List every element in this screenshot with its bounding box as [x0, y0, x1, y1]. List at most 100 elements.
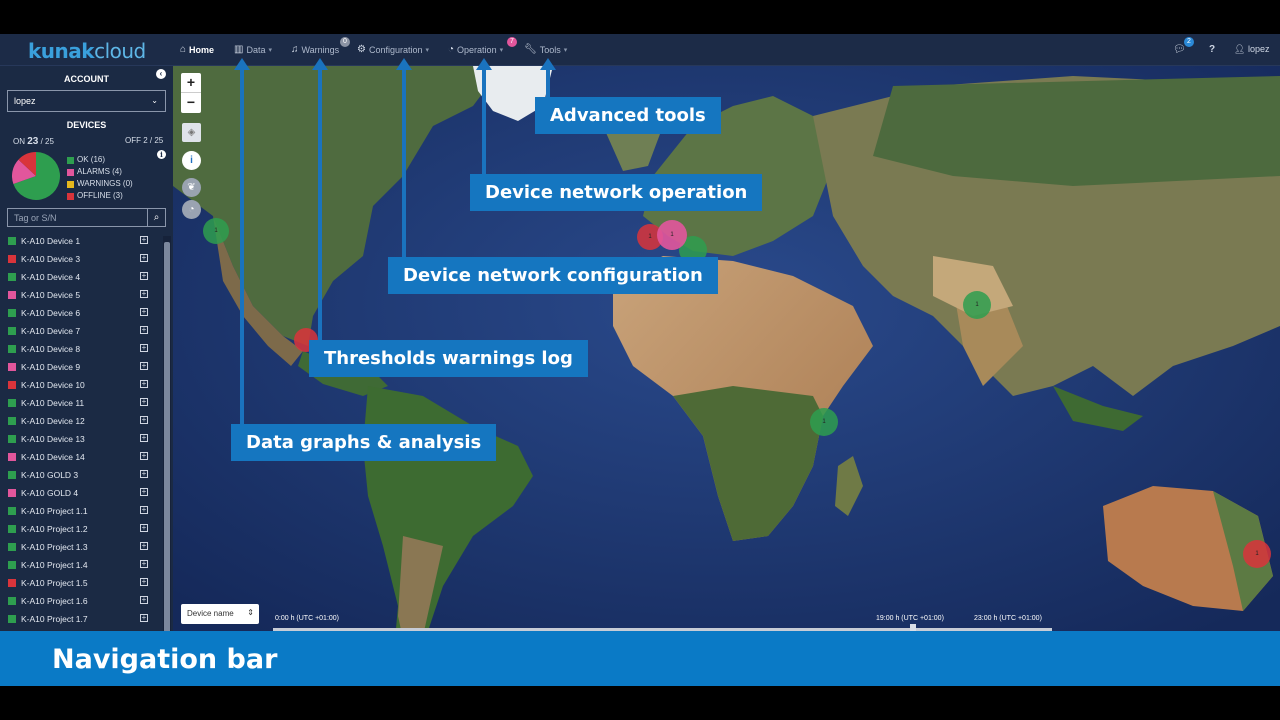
sort-select[interactable]: Device name ⇕: [181, 604, 259, 624]
device-name: K-A10 Device 5: [21, 290, 81, 300]
expand-plus-icon[interactable]: +: [140, 578, 148, 586]
expand-plus-icon[interactable]: +: [140, 596, 148, 604]
device-list-scrollbar[interactable]: [163, 236, 171, 662]
account-select[interactable]: lopez ⌄: [7, 90, 166, 112]
expand-plus-icon[interactable]: +: [140, 416, 148, 424]
expand-plus-icon[interactable]: +: [140, 344, 148, 352]
expand-plus-icon[interactable]: +: [140, 272, 148, 280]
device-name: K-A10 Project 1.2: [21, 524, 88, 534]
nav-warnings[interactable]: ♫ Warnings: [291, 44, 339, 55]
expand-plus-icon[interactable]: +: [140, 614, 148, 622]
messages-button[interactable]: 💬︎: [1173, 44, 1186, 55]
device-list-item[interactable]: K-A10 Device 14 +: [8, 448, 152, 466]
device-list-item[interactable]: K-A10 Device 12 +: [8, 412, 152, 430]
gauge-button[interactable]: ◔: [182, 200, 201, 219]
device-list-item[interactable]: K-A10 Project 1.6 +: [8, 592, 152, 610]
chevron-down-icon: ⌄: [151, 96, 158, 105]
device-status-dot: [8, 525, 16, 533]
device-marker[interactable]: 1: [810, 408, 838, 436]
device-name: K-A10 Device 12: [21, 416, 85, 426]
sidebar: ACCOUNT ‹ lopez ⌄ DEVICES ON 23 / 25 OFF…: [0, 66, 173, 662]
sort-icon: ⇕: [247, 608, 254, 617]
device-status-dot: [8, 543, 16, 551]
kunak-cloud-logo[interactable]: kunakcloud: [28, 39, 146, 63]
device-marker[interactable]: 1: [203, 218, 229, 244]
device-list-item[interactable]: K-A10 Project 1.7 +: [8, 610, 152, 628]
search-button[interactable]: ⌕: [147, 209, 165, 226]
device-list-item[interactable]: K-A10 Device 6 +: [8, 304, 152, 322]
expand-plus-icon[interactable]: +: [140, 380, 148, 388]
device-list-item[interactable]: K-A10 Device 5 +: [8, 286, 152, 304]
help-button[interactable]: ?: [1209, 44, 1215, 55]
expand-plus-icon[interactable]: +: [140, 290, 148, 298]
device-name: K-A10 Device 9: [21, 362, 81, 372]
device-list-item[interactable]: K-A10 Project 1.1 +: [8, 502, 152, 520]
device-marker[interactable]: 1: [963, 291, 991, 319]
expand-plus-icon[interactable]: +: [140, 506, 148, 514]
device-name: K-A10 Device 8: [21, 344, 81, 354]
leaf-icon: ❦: [187, 182, 196, 193]
expand-plus-icon[interactable]: +: [140, 470, 148, 478]
device-list-item[interactable]: K-A10 Project 1.4 +: [8, 556, 152, 574]
user-icon: 👤︎: [1234, 44, 1246, 54]
expand-plus-icon[interactable]: +: [140, 542, 148, 550]
device-list-item[interactable]: K-A10 Project 1.3 +: [8, 538, 152, 556]
device-marker[interactable]: 1: [1243, 540, 1271, 568]
nav-operation[interactable]: ◔ Operation ▾: [448, 44, 503, 55]
zoom-in-button[interactable]: +: [181, 73, 201, 93]
device-list-item[interactable]: K-A10 Device 9 +: [8, 358, 152, 376]
device-list-item[interactable]: K-A10 GOLD 4 +: [8, 484, 152, 502]
logo-text: kunak: [28, 39, 95, 63]
device-marker[interactable]: 1: [657, 220, 687, 250]
device-name: K-A10 Project 1.6: [21, 596, 88, 606]
expand-plus-icon[interactable]: +: [140, 452, 148, 460]
nav-data[interactable]: ▥ Data ▾: [234, 44, 272, 55]
device-list-item[interactable]: K-A10 Device 13 +: [8, 430, 152, 448]
expand-plus-icon[interactable]: +: [140, 236, 148, 244]
device-list-item[interactable]: K-A10 Device 1 +: [8, 232, 152, 250]
expand-plus-icon[interactable]: +: [140, 308, 148, 316]
user-menu[interactable]: 👤︎ lopez: [1234, 44, 1269, 55]
scrollbar-thumb[interactable]: [164, 242, 170, 656]
device-search-input[interactable]: [8, 209, 147, 226]
device-name: K-A10 Project 1.1: [21, 506, 88, 516]
top-navigation-bar: kunakcloud ⌂ Home ▥ Data ▾ ♫ Warnings 0 …: [0, 34, 1280, 66]
device-list-item[interactable]: K-A10 GOLD 3 +: [8, 466, 152, 484]
device-list-item[interactable]: K-A10 Device 10 +: [8, 376, 152, 394]
expand-plus-icon[interactable]: +: [140, 524, 148, 532]
device-list-item[interactable]: K-A10 Project 1.5 +: [8, 574, 152, 592]
leaf-button[interactable]: ❦: [182, 178, 201, 197]
user-name: lopez: [1247, 44, 1270, 54]
collapse-sidebar-button[interactable]: ‹: [156, 69, 166, 79]
expand-plus-icon[interactable]: +: [140, 362, 148, 370]
device-status-dot: [8, 237, 16, 245]
expand-plus-icon[interactable]: +: [140, 434, 148, 442]
expand-plus-icon[interactable]: +: [140, 560, 148, 568]
zoom-out-button[interactable]: −: [181, 93, 201, 113]
device-list-item[interactable]: K-A10 Device 11 +: [8, 394, 152, 412]
info-icon[interactable]: i: [157, 150, 166, 159]
device-list-item[interactable]: K-A10 Project 1.2 +: [8, 520, 152, 538]
expand-plus-icon[interactable]: +: [140, 326, 148, 334]
device-name: K-A10 Project 1.7: [21, 614, 88, 624]
device-list-item[interactable]: K-A10 Device 7 +: [8, 322, 152, 340]
device-status-dot: [8, 327, 16, 335]
map-info-button[interactable]: i: [182, 151, 201, 170]
expand-plus-icon[interactable]: +: [140, 488, 148, 496]
device-list-item[interactable]: K-A10 Device 8 +: [8, 340, 152, 358]
account-title: ACCOUNT: [64, 74, 109, 84]
on-label: ON: [13, 137, 25, 146]
nav-home[interactable]: ⌂ Home: [180, 44, 214, 55]
device-status-dot: [8, 273, 16, 281]
device-list-item[interactable]: K-A10 Device 3 +: [8, 250, 152, 268]
expand-plus-icon[interactable]: +: [140, 254, 148, 262]
expand-plus-icon[interactable]: +: [140, 398, 148, 406]
device-list-item[interactable]: K-A10 Device 4 +: [8, 268, 152, 286]
nav-tools[interactable]: 🔧︎ Tools ▾: [524, 44, 567, 55]
nav-configuration[interactable]: ⚙ Configuration ▾: [357, 44, 429, 55]
chevron-down-icon: ▾: [268, 46, 272, 54]
messages-badge: 2: [1184, 37, 1194, 47]
arrow-warnings: [312, 58, 328, 342]
layers-button[interactable]: ◈: [182, 123, 201, 142]
device-name: K-A10 GOLD 4: [21, 488, 79, 498]
